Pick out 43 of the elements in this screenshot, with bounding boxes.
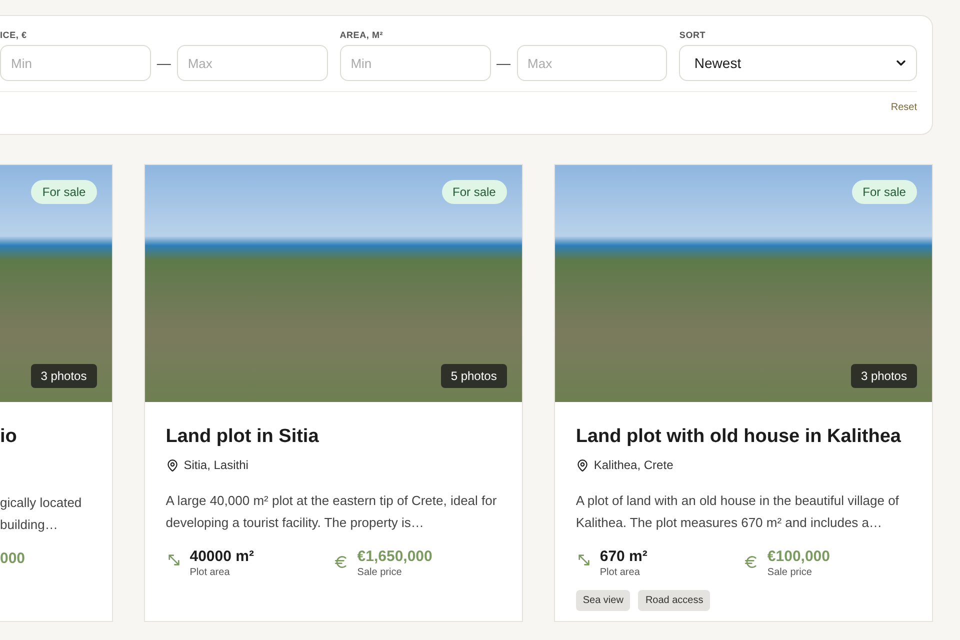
area-label: Plot area: [190, 567, 231, 578]
status-badge: For sale: [852, 180, 917, 204]
filter-label: SORT: [679, 30, 707, 40]
min-input[interactable]: Min: [340, 45, 491, 81]
listing-description: gically located building…: [0, 494, 83, 534]
feature-tag: Sea view: [576, 590, 630, 611]
listing-location: Kalithea, Crete: [594, 458, 674, 472]
area-value: 40000 m²: [190, 548, 254, 565]
price-label: Sale price: [767, 567, 813, 578]
listing-location: Sitia, Lasithi: [184, 458, 248, 472]
listing-card[interactable]: For sale 3 photos io gically located building… 000: [0, 164, 113, 622]
listing-description: A plot of land with an old house in the beautiful village of Kalithea. The plot measures 670 m² and includes a…: [576, 492, 900, 532]
listing-card[interactable]: [554, 164, 933, 622]
status-badge: For sale: [31, 180, 97, 204]
listing-card[interactable]: [144, 164, 523, 622]
sort-select[interactable]: Newest: [679, 45, 917, 81]
diagonal-arrows-icon: [166, 552, 182, 568]
location-pin-icon: [576, 458, 589, 472]
max-input[interactable]: Max: [516, 45, 668, 81]
price-value: €100,000: [767, 548, 830, 565]
area-value: 670 m²: [600, 548, 648, 565]
price-value: €1,650,000: [357, 548, 432, 565]
range-dash: —: [156, 55, 171, 71]
filter-label: ICE, €: [0, 30, 28, 40]
price-label: Sale price: [357, 567, 403, 578]
range-dash: —: [496, 55, 511, 71]
location-pin-icon: [166, 458, 179, 472]
reset-link[interactable]: Reset: [890, 102, 917, 113]
diagonal-arrows-icon: [576, 552, 592, 568]
max-input[interactable]: Max: [176, 45, 328, 81]
listing-title: Land plot with old house in Kalithea: [576, 426, 902, 448]
listing-description: A large 40,000 m² plot at the eastern tip of Crete, ideal for developing a tourist facility. The property is…: [166, 492, 498, 532]
area-label: Plot area: [600, 567, 641, 578]
listing-title: Land plot in Sitia: [166, 426, 320, 448]
status-badge: For sale: [442, 180, 507, 204]
listing-title: io: [0, 426, 18, 448]
filter-label: AREA, M²: [340, 30, 384, 40]
price-value: 000: [0, 550, 26, 567]
photo-count: 3 photos: [30, 364, 97, 388]
photo-count: 5 photos: [440, 364, 507, 388]
feature-tag: Road access: [638, 590, 710, 611]
photo-count: 3 photos: [850, 364, 917, 388]
min-input[interactable]: Min: [0, 45, 151, 81]
